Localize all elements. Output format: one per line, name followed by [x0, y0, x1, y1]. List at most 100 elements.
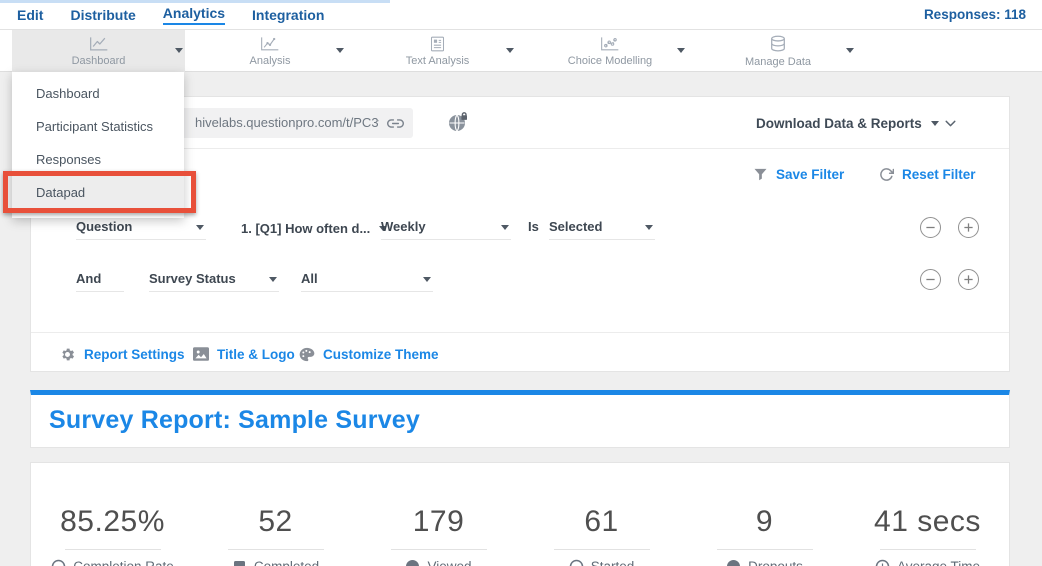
nav-tab-distribute[interactable]: Distribute: [70, 7, 135, 23]
globe-lock-icon[interactable]: [448, 112, 469, 132]
toolbar-item-choice-modelling[interactable]: Choice Modelling: [550, 30, 670, 72]
nav-tabs: Edit Distribute Analytics Integration: [17, 0, 324, 30]
reset-filter-button[interactable]: Reset Filter: [879, 162, 976, 186]
toolbar-item-manage-data[interactable]: Manage Data: [728, 30, 828, 72]
stat-label-text: Completed: [254, 559, 319, 566]
stats-panel: 85.25% Completion Rate 52 Completed 179 …: [30, 462, 1010, 566]
stat-viewed: 179 Viewed: [357, 504, 520, 566]
top-nav: Edit Distribute Analytics Integration Re…: [0, 0, 1042, 30]
answer-select[interactable]: Weekly: [381, 216, 511, 240]
time-icon: [875, 559, 890, 566]
responses-count[interactable]: Responses: 118: [924, 0, 1026, 30]
condition-select-value: Selected: [549, 219, 602, 234]
app-window: Edit Distribute Analytics Integration Re…: [0, 0, 1042, 566]
divider: [65, 549, 161, 550]
download-data-reports-button[interactable]: Download Data & Reports: [756, 97, 939, 149]
status-value: All: [301, 271, 318, 286]
chevron-down-icon: [501, 225, 509, 230]
logic-select[interactable]: And: [76, 268, 124, 292]
filter-funnel-icon: [753, 167, 768, 182]
add-filter-row-button[interactable]: [958, 217, 979, 238]
refresh-icon: [879, 167, 894, 182]
question-select[interactable]: 1. [Q1] How often d...: [241, 216, 387, 240]
question-select-value: 1. [Q1] How often d...: [241, 221, 370, 236]
answer-select-value: Weekly: [381, 219, 426, 234]
survey-url[interactable]: hivelabs.questionpro.com/t/PC3wZR: [195, 108, 379, 138]
menu-item-responses[interactable]: Responses: [12, 143, 184, 176]
scatter-chart-icon: [600, 36, 620, 52]
toolbar-item-dashboard[interactable]: Dashboard: [12, 30, 185, 72]
toolbar-manage-data-label: Manage Data: [745, 56, 811, 68]
stat-average-time: 41 secs Average Time: [846, 504, 1009, 566]
chevron-down-icon[interactable]: [846, 48, 854, 53]
chevron-down-icon: [423, 277, 431, 282]
title-logo-button[interactable]: Title & Logo: [193, 342, 295, 366]
report-settings-label: Report Settings: [84, 347, 185, 362]
chevron-down-icon: [196, 225, 204, 230]
toolbar-item-analysis[interactable]: Analysis: [220, 30, 320, 72]
stat-completed: 52 Completed: [194, 504, 357, 566]
link-icon[interactable]: [387, 115, 404, 132]
stat-started: 61 Started: [520, 504, 683, 566]
collapse-chevron-icon[interactable]: [942, 115, 959, 132]
nav-tab-edit[interactable]: Edit: [17, 7, 43, 23]
customize-theme-label: Customize Theme: [323, 347, 439, 362]
chevron-down-icon[interactable]: [336, 48, 344, 53]
toolbar-analysis-label: Analysis: [250, 55, 291, 67]
report-title: Survey Report: Sample Survey: [31, 395, 1009, 435]
divider: [391, 549, 487, 550]
chevron-down-icon[interactable]: [506, 48, 514, 53]
condition-select[interactable]: Selected: [549, 216, 655, 240]
viewed-icon: [405, 559, 420, 566]
toolbar-choice-modelling-label: Choice Modelling: [568, 55, 652, 67]
stat-value: 52: [194, 504, 357, 540]
divider: [228, 549, 324, 550]
toolbar-dashboard-label: Dashboard: [72, 55, 126, 67]
stat-value: 61: [520, 504, 683, 540]
stat-label-text: Dropouts: [748, 559, 803, 566]
stat-value: 41 secs: [846, 504, 1009, 540]
chevron-down-icon: [931, 121, 939, 126]
download-data-reports-label: Download Data & Reports: [756, 116, 922, 131]
toolbar-text-analysis-label: Text Analysis: [406, 55, 470, 67]
chevron-down-icon: [269, 277, 277, 282]
divider: [554, 549, 650, 550]
customize-theme-button[interactable]: Customize Theme: [299, 342, 439, 366]
stat-label-text: Started: [591, 559, 635, 566]
line-chart-icon: [89, 36, 109, 52]
stat-label-text: Viewed: [427, 559, 471, 566]
dropout-icon: [726, 559, 741, 566]
divider: [717, 549, 813, 550]
stat-value: 85.25%: [31, 504, 194, 540]
toolbar-item-text-analysis[interactable]: Text Analysis: [385, 30, 490, 72]
analytics-toolbar: Dashboard Analysis Text Analysis Choice …: [0, 30, 1042, 72]
report-settings-button[interactable]: Report Settings: [59, 342, 185, 366]
filter-type-select[interactable]: Question: [76, 216, 206, 240]
started-icon: [569, 559, 584, 566]
stat-label-text: Average Time: [897, 559, 980, 566]
remove-filter-row-button[interactable]: [920, 217, 941, 238]
title-logo-label: Title & Logo: [217, 347, 295, 362]
operator-label: Is: [528, 216, 539, 240]
divider: [880, 549, 976, 550]
dashboard-dropdown-menu: Dashboard Participant Statistics Respons…: [12, 72, 184, 218]
chevron-down-icon[interactable]: [175, 48, 183, 53]
chevron-down-icon: [645, 225, 653, 230]
menu-item-participant-statistics[interactable]: Participant Statistics: [12, 110, 184, 143]
completed-icon: [232, 559, 247, 566]
nav-tab-analytics[interactable]: Analytics: [163, 5, 225, 25]
filter-type-value: Question: [76, 219, 132, 234]
save-filter-button[interactable]: Save Filter: [753, 162, 844, 186]
database-icon: [769, 35, 787, 53]
add-filter-row-button[interactable]: [958, 269, 979, 290]
remove-filter-row-button[interactable]: [920, 269, 941, 290]
survey-status-select[interactable]: Survey Status: [149, 268, 279, 292]
status-value-select[interactable]: All: [301, 268, 433, 292]
nav-tab-integration[interactable]: Integration: [252, 7, 324, 23]
menu-item-datapad[interactable]: Datapad: [12, 176, 184, 209]
chevron-down-icon[interactable]: [677, 48, 685, 53]
menu-item-dashboard[interactable]: Dashboard: [12, 77, 184, 110]
image-icon: [193, 347, 209, 361]
gear-icon: [59, 346, 76, 363]
survey-status-value: Survey Status: [149, 271, 236, 286]
